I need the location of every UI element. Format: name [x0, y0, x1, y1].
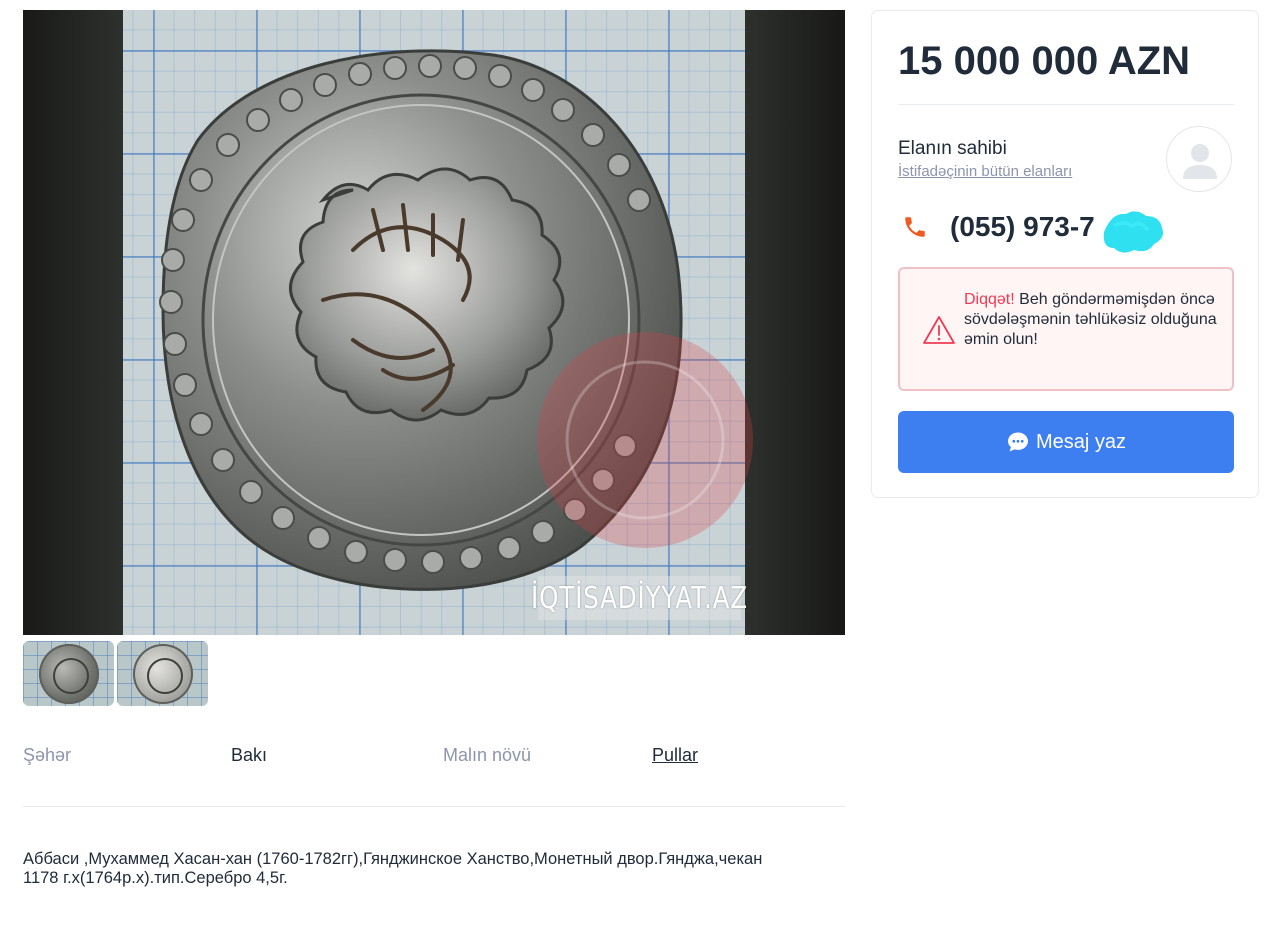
card-divider	[898, 104, 1234, 105]
thumbnail-strip	[23, 641, 208, 706]
owner-label: Elanın sahibi	[898, 138, 1007, 159]
listing-properties: Şəhər Bakı Malın növü Pullar	[23, 745, 845, 769]
price: 15 000 000 AZN	[898, 39, 1191, 83]
property-label-category: Malın növü	[443, 745, 532, 765]
user-icon	[1183, 144, 1217, 179]
phone-icon	[905, 217, 925, 237]
listing-description: Аббаси ,Мухаммед Хасан-хан (1760-1782гг)…	[23, 850, 763, 887]
seller-card: 15 000 000 AZN Elanın sahibi İstifadəçin…	[871, 10, 1259, 498]
safety-warning: Diqqət! Beh göndərməmişdən öncə sövdələş…	[898, 267, 1234, 391]
send-message-button[interactable]: Mesaj yaz	[898, 411, 1234, 473]
coin-image	[159, 49, 753, 591]
send-message-label: Mesaj yaz	[1035, 430, 1127, 453]
warning-icon	[923, 316, 955, 344]
phone-redaction-scribble	[1103, 211, 1163, 253]
section-divider	[23, 806, 845, 807]
thumbnail-2[interactable]	[117, 641, 208, 706]
phone-row[interactable]: (055) 973-7	[902, 211, 1095, 243]
main-photo[interactable]: İQTİSADİYYAT.AZ	[23, 10, 845, 635]
property-value-category-link[interactable]: Pullar	[652, 745, 698, 766]
all-listings-link[interactable]: İstifadəçinin bütün elanları	[898, 163, 1072, 180]
watermark-logo: İQTİSADİYYAT.AZ	[531, 576, 747, 620]
property-value-city: Bakı	[231, 745, 268, 765]
avatar[interactable]	[1166, 126, 1232, 192]
chat-bubble-icon	[1007, 432, 1028, 452]
phone-number[interactable]: (055) 973-7	[950, 211, 1095, 243]
warning-highlight: Diqqət!	[964, 291, 1015, 308]
thumbnail-1[interactable]	[23, 641, 114, 706]
warning-text: Diqqət! Beh göndərməmişdən öncə sövdələş…	[964, 290, 1218, 350]
property-label-city: Şəhər	[23, 745, 72, 765]
